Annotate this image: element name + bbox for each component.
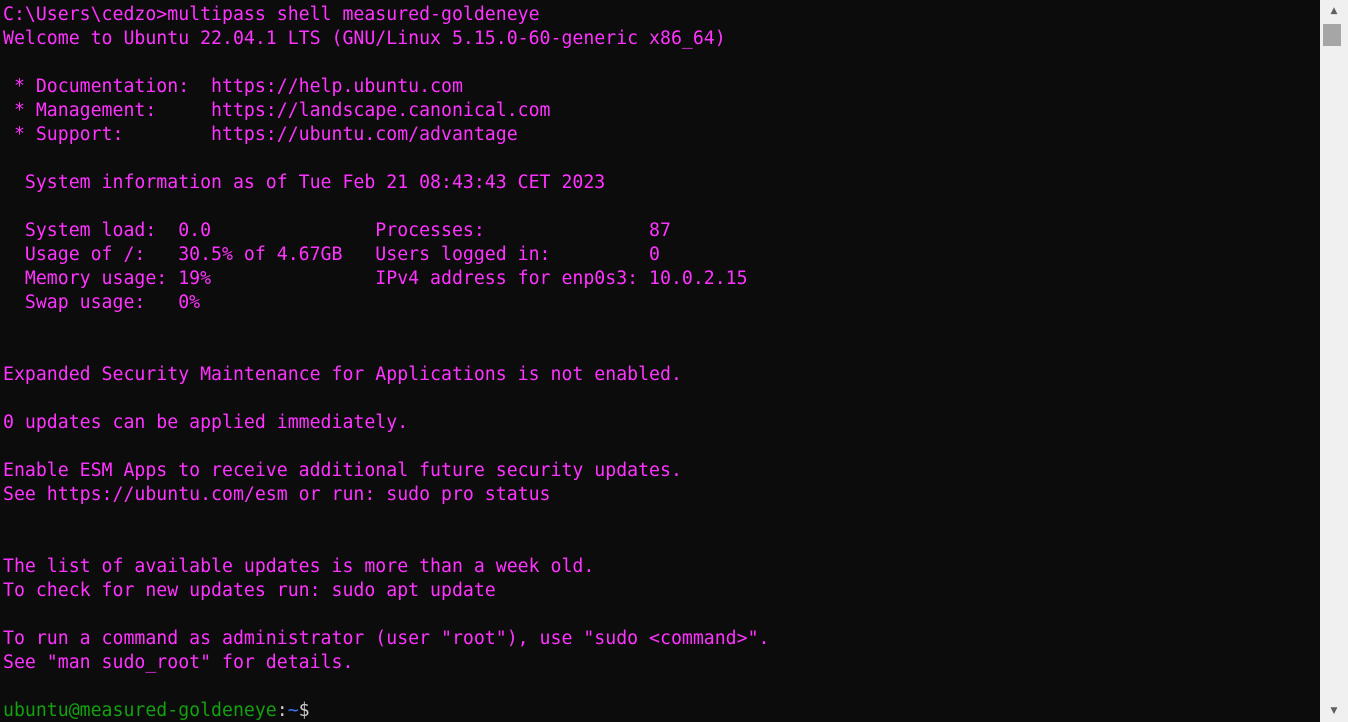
terminal-line: See https://ubuntu.com/esm or run: sudo … [3,483,770,507]
terminal-text: See "man sudo_root" for details. [3,652,354,673]
terminal-line: The list of available updates is more th… [3,555,770,579]
terminal-line: Usage of /: 30.5% of 4.67GB Users logged… [3,243,770,267]
scroll-up-button[interactable]: ▲ [1320,0,1348,22]
triangle-up-icon: ▲ [1330,6,1338,16]
terminal-lines: C:\Users\cedzo>multipass shell measured-… [3,3,770,722]
terminal-line: * Documentation: https://help.ubuntu.com [3,75,770,99]
terminal-text: $ [298,700,310,721]
terminal-text: ~ [287,700,299,721]
terminal-line: To run a command as administrator (user … [3,627,770,651]
vertical-scrollbar[interactable]: ▲ ▼ [1320,0,1348,722]
terminal-text: Usage of /: 30.5% of 4.67GB Users logged… [3,244,660,265]
terminal-line: C:\Users\cedzo>multipass shell measured-… [3,3,770,27]
triangle-down-icon: ▼ [1330,706,1338,716]
terminal-line: System load: 0.0 Processes: 87 [3,219,770,243]
terminal-line: See "man sudo_root" for details. [3,651,770,675]
terminal-text: * Support: https://ubuntu.com/advantage [3,124,518,145]
terminal-text: See https://ubuntu.com/esm or run: sudo … [3,484,551,505]
terminal-line: Swap usage: 0% [3,291,770,315]
terminal-text: : [276,700,288,721]
terminal-line: 0 updates can be applied immediately. [3,411,770,435]
terminal-text: System load: 0.0 Processes: 87 [3,220,671,241]
terminal-text: Swap usage: 0% [3,292,201,313]
terminal-text: * Management: https://landscape.canonica… [3,100,551,121]
terminal-text: To run a command as administrator (user … [3,628,770,649]
terminal-line: Expanded Security Maintenance for Applic… [3,363,770,387]
terminal-line: Enable ESM Apps to receive additional fu… [3,459,770,483]
terminal-line: Welcome to Ubuntu 22.04.1 LTS (GNU/Linux… [3,27,770,51]
terminal-text: System information as of Tue Feb 21 08:4… [3,172,606,193]
terminal-text: C:\Users\cedzo>multipass shell measured-… [3,4,540,25]
terminal-line: Memory usage: 19% IPv4 address for enp0s… [3,267,770,291]
terminal-line: * Support: https://ubuntu.com/advantage [3,123,770,147]
terminal-line: ubuntu@measured-goldeneye:~$ [3,699,770,722]
terminal-text: To check for new updates run: sudo apt u… [3,580,496,601]
terminal-output[interactable]: C:\Users\cedzo>multipass shell measured-… [0,0,1320,722]
scrollbar-thumb[interactable] [1323,24,1341,46]
terminal-line: * Management: https://landscape.canonica… [3,99,770,123]
terminal-text: Enable ESM Apps to receive additional fu… [3,460,682,481]
scroll-down-button[interactable]: ▼ [1320,700,1348,722]
terminal-text: ubuntu@measured-goldeneye [3,700,277,721]
terminal-text: Welcome to Ubuntu 22.04.1 LTS (GNU/Linux… [3,28,726,49]
terminal-text: * Documentation: https://help.ubuntu.com [3,76,463,97]
terminal-line: System information as of Tue Feb 21 08:4… [3,171,770,195]
terminal-text: Expanded Security Maintenance for Applic… [3,364,682,385]
terminal-line: To check for new updates run: sudo apt u… [3,579,770,603]
terminal-text: The list of available updates is more th… [3,556,595,577]
terminal-text: 0 updates can be applied immediately. [3,412,409,433]
terminal-text: Memory usage: 19% IPv4 address for enp0s… [3,268,748,289]
